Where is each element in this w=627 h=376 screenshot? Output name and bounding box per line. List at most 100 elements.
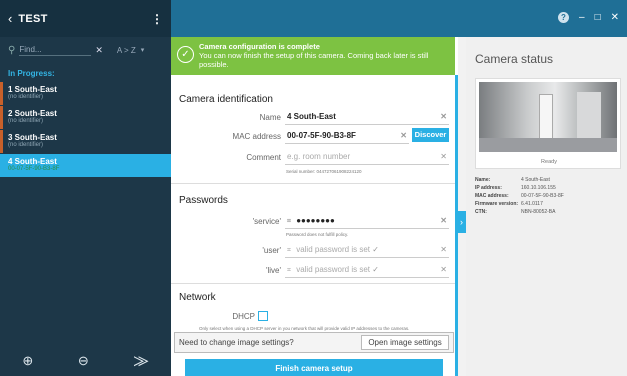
- share-icon[interactable]: ⨠: [133, 353, 148, 369]
- banner-text: You can now finish the setup of this cam…: [199, 51, 429, 69]
- open-image-settings-button[interactable]: Open image settings: [361, 335, 449, 350]
- camera-name: 2 South-East: [8, 109, 57, 118]
- sort-toggle[interactable]: A > Z: [117, 46, 136, 55]
- camera-identifier: (no identifier): [8, 94, 44, 100]
- live-password-value: valid password is set: [296, 265, 370, 274]
- serial-number: Serial number: 044727061908224120: [286, 169, 362, 174]
- status-strip: [0, 154, 3, 177]
- comment-label: Comment: [246, 153, 281, 162]
- info-row: IP address: 160.10.106.155: [475, 184, 564, 192]
- check-icon: ✓: [372, 265, 379, 274]
- camera-preview-image: [479, 82, 617, 152]
- project-title: TEST: [18, 12, 48, 25]
- key-icon: ⌗: [287, 247, 291, 254]
- info-row: Name: 4 South-East: [475, 176, 564, 184]
- banner-title: Camera configuration is complete: [199, 42, 320, 51]
- info-row: Firmware version: 6.41.0117: [475, 200, 564, 208]
- maximize-icon[interactable]: □: [595, 12, 601, 23]
- info-value: 160.10.106.155: [521, 185, 556, 191]
- window-controls: ? – □ ✕: [558, 12, 619, 23]
- minimize-icon[interactable]: –: [579, 12, 585, 23]
- clear-search-icon[interactable]: ✕: [95, 45, 103, 56]
- camera-list-item[interactable]: 2 South-East (no identifier): [0, 106, 171, 129]
- user-password-value: valid password is set: [296, 245, 370, 254]
- camera-identifier: (no identifier): [8, 118, 44, 124]
- search-input[interactable]: Find...: [19, 45, 92, 56]
- camera-identifier: 00-07-5F-90-B3-8F: [8, 166, 60, 172]
- name-label: Name: [259, 113, 281, 122]
- camera-list-item-selected[interactable]: 4 South-East 00-07-5F-90-B3-8F: [0, 154, 171, 177]
- user-label: 'user': [262, 246, 281, 255]
- preview-wall: [577, 92, 601, 140]
- info-key: MAC address:: [475, 193, 509, 199]
- key-icon: ⌗: [287, 267, 291, 274]
- live-label: 'live': [265, 266, 281, 275]
- camera-preview-card: Ready: [475, 78, 621, 169]
- close-icon[interactable]: ✕: [611, 12, 619, 23]
- name-field[interactable]: 4 South-East ✕: [285, 110, 449, 125]
- image-settings-bar: Need to change image settings? Open imag…: [174, 332, 454, 353]
- search-row: ⚲ Find... ✕ A > Z ▾: [0, 37, 171, 63]
- camera-status-panel: Camera status Ready Name: 4 South-East IP…: [466, 37, 627, 376]
- preview-floor: [479, 138, 617, 152]
- user-password-field[interactable]: ⌗ valid password is set ✓ ✕: [285, 243, 449, 258]
- divider: [171, 183, 455, 184]
- info-row: CTN: NBN-80052-BA: [475, 208, 564, 216]
- title-bar: ? – □ ✕: [171, 0, 627, 37]
- clear-icon[interactable]: ✕: [440, 243, 447, 257]
- dhcp-checkbox[interactable]: [258, 311, 268, 321]
- camera-name: 1 South-East: [8, 85, 57, 94]
- in-progress-label: In Progress:: [8, 69, 55, 78]
- password-policy-note: Password does not fulfill policy.: [286, 232, 349, 237]
- status-strip: [0, 106, 3, 129]
- clear-icon[interactable]: ✕: [400, 129, 407, 143]
- status-title: Camera status: [475, 52, 554, 66]
- finish-setup-button[interactable]: Finish camera setup: [185, 359, 443, 376]
- camera-info-table: Name: 4 South-East IP address: 160.10.106.…: [475, 176, 564, 216]
- dhcp-label: DHCP: [232, 312, 255, 321]
- status-strip: [0, 130, 3, 153]
- key-icon: ⌗: [287, 218, 291, 225]
- camera-setup-panel: ✓ Camera configuration is complete You c…: [171, 37, 458, 376]
- mac-field[interactable]: 00-07-5F-90-B3-8F ✕: [285, 129, 409, 144]
- info-value: NBN-80052-BA: [521, 209, 556, 215]
- name-value: 4 South-East: [287, 112, 336, 121]
- info-value: 00-07-5F-90-B3-8F: [521, 193, 564, 199]
- clear-icon[interactable]: ✕: [440, 110, 447, 124]
- dhcp-note: Only select when using a DHCP server in …: [199, 326, 410, 331]
- info-row: MAC address: 00-07-5F-90-B3-8F: [475, 192, 564, 200]
- comment-field[interactable]: e.g. room number ✕: [285, 150, 449, 165]
- check-icon: ✓: [372, 245, 379, 254]
- image-settings-question: Need to change image settings?: [179, 338, 294, 347]
- network-title: Network: [179, 292, 216, 303]
- mac-label: MAC address: [232, 132, 281, 141]
- live-password-field[interactable]: ⌗ valid password is set ✓ ✕: [285, 263, 449, 278]
- more-menu-icon[interactable]: ⋮: [151, 12, 163, 26]
- checkmark-icon: ✓: [177, 46, 194, 63]
- camera-list-item[interactable]: 3 South-East (no identifier): [0, 130, 171, 153]
- info-value: 6.41.0117: [521, 201, 543, 207]
- mac-value: 00-07-5F-90-B3-8F: [287, 131, 356, 140]
- discover-button[interactable]: Discover: [412, 128, 449, 142]
- info-key: Firmware version:: [475, 201, 519, 207]
- info-key: IP address:: [475, 185, 502, 191]
- help-icon[interactable]: ?: [558, 12, 569, 23]
- camera-list-item[interactable]: 1 South-East (no identifier): [0, 82, 171, 105]
- sidebar: ‹ TEST ⋮ ⚲ Find... ✕ A > Z ▾ In Progress…: [0, 0, 171, 376]
- service-password-value: ●●●●●●●●: [296, 216, 335, 225]
- remove-camera-icon[interactable]: ⊖: [78, 353, 89, 369]
- clear-icon[interactable]: ✕: [440, 214, 447, 228]
- service-password-field[interactable]: ⌗ ●●●●●●●● ✕: [285, 214, 449, 229]
- clear-icon[interactable]: ✕: [440, 150, 447, 164]
- add-camera-icon[interactable]: ⊕: [22, 353, 33, 369]
- info-value: 4 South-East: [521, 177, 550, 183]
- sidebar-header: ‹ TEST ⋮: [0, 0, 171, 37]
- back-icon[interactable]: ‹: [8, 11, 12, 26]
- expand-panel-icon[interactable]: ›: [457, 211, 466, 233]
- chevron-down-icon[interactable]: ▾: [141, 46, 145, 54]
- camera-name: 3 South-East: [8, 133, 57, 142]
- camera-identifier: (no identifier): [8, 142, 44, 148]
- info-key: CTN:: [475, 209, 487, 215]
- service-label: 'service': [252, 217, 281, 226]
- clear-icon[interactable]: ✕: [440, 263, 447, 277]
